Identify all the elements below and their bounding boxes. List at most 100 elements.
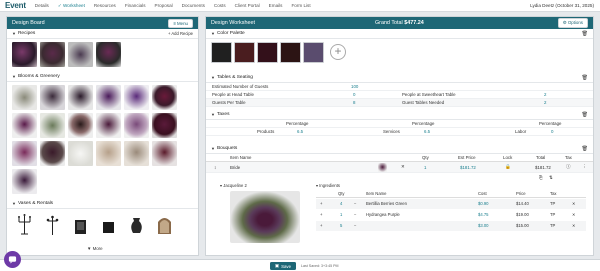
bouquet-qty-input[interactable]: 1 (424, 165, 426, 170)
subtract-qty-icon[interactable]: − (354, 223, 356, 228)
add-qty-icon[interactable]: + (320, 223, 322, 228)
more-button[interactable]: ▼ More (87, 246, 103, 251)
save-button[interactable]: ▣ Save (270, 262, 296, 270)
guests-per-table-input[interactable]: 8 (353, 100, 355, 105)
nav-details[interactable]: Details (35, 3, 49, 8)
add-qty-icon[interactable]: + (320, 212, 322, 217)
ingredient-tax[interactable]: TP (550, 223, 555, 228)
ingredient-tax[interactable]: TP (550, 201, 555, 206)
ingredient-row[interactable]: + 4 − Bertillia Berries Green $0.90 $14.… (316, 199, 586, 209)
add-recipe-button[interactable]: + Add Recipe (168, 31, 193, 36)
subtract-qty-icon[interactable]: − (354, 212, 356, 217)
recipe-thumbnail[interactable] (96, 42, 121, 67)
remove-image-icon[interactable]: ✕ (401, 164, 405, 170)
nav-resources[interactable]: Resources (94, 3, 116, 8)
bloom-thumbnail[interactable] (12, 113, 37, 138)
remove-ingredient-icon[interactable]: ✕ (572, 223, 576, 228)
urn-vase-thumbnail[interactable] (124, 212, 149, 237)
bouquet-row-bride[interactable]: ↕ Bride ✕ 1 $181.72 🔒 $181.72 ⓘ ⋮ (206, 162, 593, 173)
ingredient-qty[interactable]: 1 (340, 212, 342, 217)
bloom-thumbnail[interactable] (68, 85, 93, 110)
taxes-header[interactable]: ▼ Taxes 🗑 (206, 110, 593, 120)
vases-header[interactable]: ▼ Vases & Rentals (7, 199, 198, 209)
recipe-thumbnail[interactable] (68, 42, 93, 67)
bloom-thumbnail[interactable] (68, 113, 93, 138)
bloom-thumbnail[interactable] (96, 113, 121, 138)
recipes-header[interactable]: ▼ Recipes + Add Recipe (7, 29, 198, 39)
recipe-thumbnail[interactable] (40, 42, 65, 67)
sweetheart-input[interactable]: 2 (544, 92, 546, 97)
chat-button[interactable] (4, 251, 21, 268)
candelabra-thumbnail[interactable] (12, 212, 37, 237)
bloom-thumbnail[interactable] (12, 141, 37, 166)
nav-financials[interactable]: Financials (125, 3, 146, 8)
color-swatch[interactable] (280, 42, 301, 63)
bloom-thumbnail[interactable] (40, 113, 65, 138)
more-icon[interactable]: ⋮ (582, 164, 587, 170)
bloom-thumbnail[interactable] (40, 141, 65, 166)
ingredient-cost[interactable]: $3.00 (478, 223, 488, 228)
expand-icon[interactable]: ↕ (214, 165, 216, 170)
trash-icon[interactable]: 🗑 (582, 112, 588, 118)
tables-seating-header[interactable]: ▼ Tables & Seating 🗑 (206, 73, 593, 83)
remove-ingredient-icon[interactable]: ✕ (572, 212, 576, 217)
bloom-thumbnail[interactable] (40, 85, 65, 110)
user-menu[interactable]: Lydia Deetz (October 31, 2025) (530, 3, 594, 8)
ingredients-label[interactable]: ▾ Ingredients (316, 183, 340, 188)
lantern-thumbnail[interactable] (40, 212, 65, 237)
menu-button[interactable]: ≡ Menu (168, 18, 193, 28)
products-tax-input[interactable]: 6.5 (297, 129, 303, 134)
ingredient-row[interactable]: + 1 − Hydrangea Purple $4.75 $19.00 TP ✕ (316, 210, 586, 220)
bloom-thumbnail[interactable] (68, 141, 93, 166)
trash-icon[interactable]: 🗑 (582, 31, 588, 37)
arch-frame-thumbnail[interactable] (152, 212, 177, 237)
ingredient-qty[interactable]: 5 (340, 223, 342, 228)
bloom-thumbnail[interactable] (124, 85, 149, 110)
color-swatch[interactable] (211, 42, 232, 63)
subtract-qty-icon[interactable]: − (354, 201, 356, 206)
recipe-thumbnail[interactable] (12, 42, 37, 67)
bloom-thumbnail[interactable] (152, 85, 177, 110)
bloom-thumbnail[interactable] (152, 113, 177, 138)
recipe-name[interactable]: ▾ Jacqueline 2 (220, 183, 247, 188)
candle-holder-thumbnail[interactable] (68, 212, 93, 237)
nav-costs[interactable]: Costs (214, 3, 226, 8)
cube-vase-thumbnail[interactable] (96, 212, 121, 237)
ingredient-tax[interactable]: TP (550, 212, 555, 217)
add-qty-icon[interactable]: + (320, 201, 322, 206)
bloom-thumbnail[interactable] (152, 141, 177, 166)
head-table-input[interactable]: 0 (353, 92, 355, 97)
nav-worksheet[interactable]: ✓ Worksheet (58, 3, 85, 9)
copy-icon[interactable]: ⎘ (539, 175, 543, 180)
services-tax-input[interactable]: 6.5 (424, 129, 430, 134)
nav-form-list[interactable]: Form List (291, 3, 310, 8)
bouquet-price-input[interactable]: $181.72 (460, 165, 476, 170)
nav-client-portal[interactable]: Client Portal (235, 3, 260, 8)
bloom-thumbnail[interactable] (12, 85, 37, 110)
color-palette-header[interactable]: ▼ Color Palette 🗑 (206, 29, 593, 39)
color-swatch[interactable] (303, 42, 324, 63)
options-button[interactable]: ⚙ Options (557, 18, 588, 28)
ingredient-row[interactable]: + 5 − $3.00 $15.00 TP ✕ (316, 221, 586, 231)
bloom-thumbnail[interactable] (12, 169, 37, 194)
nav-proposal[interactable]: Proposal (155, 3, 173, 8)
bloom-thumbnail[interactable] (96, 141, 121, 166)
sort-icon[interactable]: ⇅ (549, 175, 553, 181)
info-icon[interactable]: ⓘ (566, 164, 571, 170)
estimated-guests-input[interactable]: 100 (351, 84, 358, 89)
bouquets-header[interactable]: ▼ Bouquets 🗑 (206, 144, 593, 154)
bloom-thumbnail[interactable] (124, 141, 149, 166)
color-swatch[interactable] (234, 42, 255, 63)
ingredient-cost[interactable]: $4.75 (478, 212, 488, 217)
labor-tax-input[interactable]: 0 (551, 129, 553, 134)
remove-ingredient-icon[interactable]: ✕ (572, 201, 576, 206)
ingredient-qty[interactable]: 4 (340, 201, 342, 206)
bloom-thumbnail[interactable] (124, 113, 149, 138)
ingredient-cost[interactable]: $0.90 (478, 201, 488, 206)
color-swatch[interactable] (257, 42, 278, 63)
lock-icon[interactable]: 🔒 (505, 164, 511, 170)
blooms-header[interactable]: ▼ Blooms & Greenery (7, 72, 198, 82)
bloom-thumbnail[interactable] (96, 85, 121, 110)
nav-documents[interactable]: Documents (182, 3, 205, 8)
trash-icon[interactable]: 🗑 (582, 146, 588, 152)
